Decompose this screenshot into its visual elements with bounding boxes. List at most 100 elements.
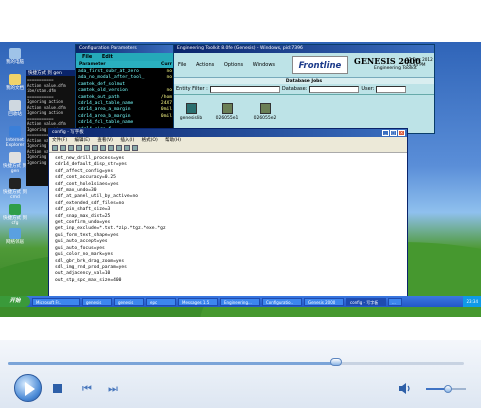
- open-icon[interactable]: [60, 145, 66, 151]
- desktop-icon-label: 网络邻居: [6, 240, 24, 245]
- job-library-icon: [185, 103, 197, 114]
- entity-filter-label: Entity Filter :: [176, 86, 208, 92]
- desktop-icon[interactable]: 快捷方式 到 cfg: [2, 204, 28, 226]
- wordpad-document[interactable]: set_new_drill_process=yes cdr14_default_…: [49, 153, 407, 303]
- taskbar: 开始 Microsoft Fr.. genesis genesis epc Me…: [0, 296, 481, 307]
- job-label: genesislib: [179, 116, 203, 121]
- eng-window-title[interactable]: Engineering Toolkit 8.0fe (Genesis) - Wi…: [174, 45, 434, 53]
- desktop-icon[interactable]: Internet Explorer: [2, 126, 28, 148]
- ie-icon: [9, 126, 21, 137]
- print-icon[interactable]: [76, 145, 82, 151]
- play-button[interactable]: [14, 374, 42, 402]
- engineering-toolkit-window: Engineering Toolkit 8.0fe (Genesis) - Wi…: [173, 44, 435, 134]
- volume-thumb[interactable]: [444, 385, 452, 393]
- maximize-icon[interactable]: □: [390, 130, 397, 136]
- menu-format[interactable]: 格式(O): [142, 138, 158, 143]
- network-icon: [9, 228, 21, 239]
- column-current[interactable]: Curr: [161, 61, 172, 68]
- wordpad-toolbar: [49, 144, 407, 153]
- desktop-icon[interactable]: 网络邻居: [2, 228, 28, 245]
- wordpad-menubar: 文件(F) 编辑(E) 查看(V) 插入(I) 格式(O) 帮助(H): [49, 137, 407, 144]
- preview-icon[interactable]: [84, 145, 90, 151]
- taskbar-item[interactable]: Microsoft Fr..: [32, 297, 80, 306]
- undo-icon[interactable]: [124, 145, 130, 151]
- config-table-header: Parameter Curr: [76, 61, 174, 68]
- stop-button[interactable]: [53, 384, 62, 393]
- taskbar-item[interactable]: ...: [388, 297, 402, 306]
- menu-edit[interactable]: 编辑(E): [75, 138, 90, 143]
- taskbar-item[interactable]: genesis: [114, 297, 144, 306]
- close-icon[interactable]: ×: [398, 130, 405, 136]
- desktop-icon-label: 快捷方式 到 gen: [3, 164, 27, 174]
- volume-icon[interactable]: [398, 382, 412, 395]
- eng-toolbar: File Actions Options Windows Frontline G…: [174, 53, 434, 77]
- wordpad-title[interactable]: config - 写字板 _ □ ×: [49, 129, 407, 137]
- taskbar-item[interactable]: genesis: [82, 297, 112, 306]
- menu-help[interactable]: 帮助(H): [165, 138, 181, 143]
- config-wordpad-window: config - 写字板 _ □ × 文件(F) 编辑(E) 查看(V) 插入(…: [48, 128, 408, 304]
- taskbar-item[interactable]: epc: [146, 297, 176, 306]
- eng-menubar: File Actions Options Windows: [178, 62, 283, 68]
- param-value: 0mil: [160, 113, 172, 119]
- job-item[interactable]: genesislib: [176, 103, 206, 121]
- column-parameter[interactable]: Parameter: [79, 61, 106, 68]
- config-parameter-list: ada_first_subr_at_zero no ada_no_modal_af…: [76, 68, 174, 132]
- config-window-title[interactable]: Configuration Parameters: [76, 45, 174, 53]
- new-icon[interactable]: [52, 145, 58, 151]
- find-icon[interactable]: [92, 145, 98, 151]
- player-controls: ⏮ ⏭: [0, 340, 481, 408]
- menu-file[interactable]: File: [178, 62, 186, 68]
- minimize-icon[interactable]: _: [382, 130, 389, 136]
- job-label: 026055e1: [215, 116, 239, 121]
- genesis-time: 11:34 PM: [406, 62, 426, 67]
- param-value: no: [166, 75, 172, 81]
- desktop-icon[interactable]: 我的文档: [2, 74, 28, 91]
- desktop-icon[interactable]: 我的电脑: [2, 48, 28, 65]
- user-input[interactable]: [376, 85, 407, 93]
- entity-filter-input[interactable]: [209, 85, 280, 93]
- desktop-icon-label: 回收站: [8, 112, 22, 117]
- date-icon[interactable]: [132, 145, 138, 151]
- desktop-icon[interactable]: 快捷方式 到 cmd: [2, 178, 28, 200]
- save-icon[interactable]: [68, 145, 74, 151]
- next-icon[interactable]: ⏭: [108, 383, 118, 394]
- user-label: User:: [361, 86, 375, 92]
- taskbar-item[interactable]: Genesis 2000: [304, 297, 344, 306]
- seek-thumb[interactable]: [330, 358, 343, 366]
- seek-bar[interactable]: [8, 362, 464, 365]
- menu-file[interactable]: 文件(F): [52, 138, 67, 143]
- copy-icon[interactable]: [108, 145, 114, 151]
- menu-file[interactable]: File: [82, 54, 92, 60]
- paste-icon[interactable]: [116, 145, 122, 151]
- menu-windows[interactable]: Windows: [253, 62, 275, 68]
- desktop-icon-label: 快捷方式 到 cfg: [3, 216, 27, 226]
- job-label: 026055e2: [253, 116, 277, 121]
- job-item[interactable]: 026055e1: [212, 103, 242, 121]
- cut-icon[interactable]: [100, 145, 106, 151]
- menu-insert[interactable]: 插入(I): [120, 138, 134, 143]
- computer-icon: [9, 48, 21, 59]
- menu-actions[interactable]: Actions: [196, 62, 214, 68]
- console-icon: [9, 178, 21, 189]
- menu-options[interactable]: Options: [224, 62, 243, 68]
- database-input[interactable]: [309, 85, 360, 93]
- wordpad-title-text: config - 写字板: [52, 130, 84, 135]
- desktop-icon[interactable]: 快捷方式 到 gen: [2, 152, 28, 174]
- taskbar-item[interactable]: Configuratio..: [262, 297, 302, 306]
- taskbar-item[interactable]: Messages 1.5: [178, 297, 218, 306]
- menu-edit[interactable]: Edit: [102, 54, 113, 60]
- taskbar-item[interactable]: Engineering...: [220, 297, 260, 306]
- desktop-icon[interactable]: 回收站: [2, 100, 28, 117]
- video-area: 我的电脑 我的文档 回收站 Internet Explorer 快捷方式 到 g…: [0, 0, 481, 340]
- seek-progress: [8, 362, 337, 365]
- database-label: Database:: [281, 86, 308, 92]
- previous-icon[interactable]: ⏮: [82, 383, 92, 394]
- desktop-icon-label: 我的文档: [6, 86, 24, 91]
- system-tray-clock[interactable]: 23:34: [463, 296, 481, 307]
- taskbar-item-active[interactable]: config - 写字板: [346, 297, 386, 306]
- job-icon: [221, 103, 233, 114]
- text-line: out_stp_spc_max_size=400: [55, 277, 122, 283]
- start-button[interactable]: 开始: [0, 296, 30, 307]
- menu-view[interactable]: 查看(V): [97, 138, 113, 143]
- job-item[interactable]: 026055e2: [250, 103, 280, 121]
